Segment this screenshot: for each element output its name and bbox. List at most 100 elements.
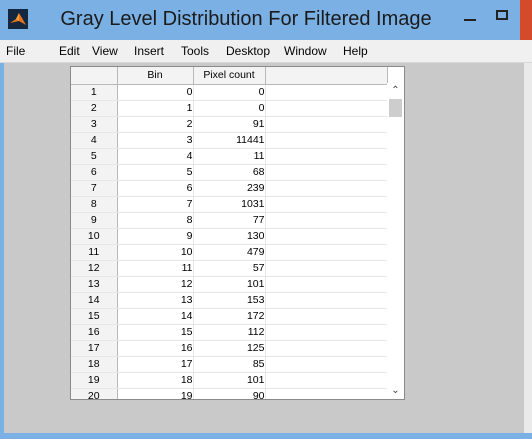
row-header[interactable]: 2 (71, 100, 118, 117)
menu-help[interactable]: Help (343, 44, 368, 58)
row-header[interactable]: 12 (71, 260, 118, 277)
table-empty-area (265, 372, 387, 389)
table-empty-area (265, 260, 387, 277)
cell-bin[interactable]: 15 (117, 324, 194, 341)
cell-bin[interactable]: 1 (117, 100, 194, 117)
window-bottom-edge (0, 433, 532, 439)
menu-view[interactable]: View (92, 44, 118, 58)
table-empty-area (265, 132, 387, 149)
cell-bin[interactable]: 11 (117, 260, 194, 277)
cell-pixel-count[interactable]: 130 (193, 228, 266, 245)
menu-file[interactable]: File (6, 44, 25, 58)
cell-pixel-count[interactable]: 77 (193, 212, 266, 229)
column-header-pixel-count[interactable]: Pixel count (193, 67, 266, 85)
row-header[interactable]: 11 (71, 244, 118, 261)
maximize-icon (496, 10, 508, 20)
cell-pixel-count[interactable]: 91 (193, 116, 266, 133)
cell-pixel-count[interactable]: 85 (193, 356, 266, 373)
cell-bin[interactable]: 14 (117, 308, 194, 325)
cell-pixel-count[interactable]: 125 (193, 340, 266, 357)
cell-bin[interactable]: 6 (117, 180, 194, 197)
cell-pixel-count[interactable]: 153 (193, 292, 266, 309)
row-header[interactable]: 13 (71, 276, 118, 293)
cell-bin[interactable]: 17 (117, 356, 194, 373)
minimize-button[interactable] (452, 4, 488, 34)
cell-bin[interactable]: 19 (117, 388, 194, 399)
chevron-down-icon[interactable]: ⌄ (387, 383, 404, 399)
maximize-button[interactable] (488, 4, 516, 34)
cell-bin[interactable]: 16 (117, 340, 194, 357)
table-empty-area (265, 244, 387, 261)
title-bar[interactable]: Gray Level Distribution For Filtered Ima… (0, 0, 532, 40)
table-row: 3 2 91 (71, 116, 387, 133)
table-empty-area (265, 324, 387, 341)
cell-bin[interactable]: 12 (117, 276, 194, 293)
menu-desktop[interactable]: Desktop (226, 44, 270, 58)
row-header[interactable]: 6 (71, 164, 118, 181)
cell-pixel-count[interactable]: 68 (193, 164, 266, 181)
row-header[interactable]: 4 (71, 132, 118, 149)
table-empty-area (265, 388, 387, 399)
cell-pixel-count[interactable]: 0 (193, 84, 266, 101)
cell-pixel-count[interactable]: 101 (193, 372, 266, 389)
cell-bin[interactable]: 3 (117, 132, 194, 149)
cell-bin[interactable]: 0 (117, 84, 194, 101)
cell-pixel-count[interactable]: 101 (193, 276, 266, 293)
cell-bin[interactable]: 5 (117, 164, 194, 181)
table-row: 14 13 153 (71, 292, 387, 309)
cell-bin[interactable]: 7 (117, 196, 194, 213)
row-header[interactable]: 18 (71, 356, 118, 373)
menu-edit[interactable]: Edit (59, 44, 80, 58)
table-row: 16 15 112 (71, 324, 387, 341)
row-header[interactable]: 10 (71, 228, 118, 245)
cell-bin[interactable]: 9 (117, 228, 194, 245)
row-header[interactable]: 15 (71, 308, 118, 325)
row-header[interactable]: 9 (71, 212, 118, 229)
table-empty-area (265, 67, 388, 85)
cell-bin[interactable]: 4 (117, 148, 194, 165)
uitable[interactable]: Bin Pixel count 1 0 0 2 1 0 3 2 91 4 3 11441 5 4 11 6 5 6… (70, 66, 405, 400)
row-header[interactable]: 14 (71, 292, 118, 309)
table-row: 7 6 239 (71, 180, 387, 197)
row-header[interactable]: 16 (71, 324, 118, 341)
close-button[interactable] (520, 0, 532, 40)
table-row: 210 (71, 100, 387, 117)
table-empty-area (265, 212, 387, 229)
vertical-scrollbar[interactable]: ⌃ ⌄ (387, 83, 404, 399)
table-empty-area (265, 100, 387, 117)
chevron-up-icon[interactable]: ⌃ (387, 83, 404, 99)
table-row: 20 19 90 (71, 388, 387, 399)
window-title: Gray Level Distribution For Filtered Ima… (60, 8, 432, 30)
column-header-bin[interactable]: Bin (117, 67, 194, 85)
cell-pixel-count[interactable]: 1031 (193, 196, 266, 213)
cell-bin[interactable]: 13 (117, 292, 194, 309)
cell-pixel-count[interactable]: 112 (193, 324, 266, 341)
table-empty-area (265, 228, 387, 245)
matlab-logo-icon[interactable] (8, 9, 28, 29)
cell-bin[interactable]: 2 (117, 116, 194, 133)
row-header[interactable]: 3 (71, 116, 118, 133)
row-header[interactable]: 19 (71, 372, 118, 389)
cell-bin[interactable]: 10 (117, 244, 194, 261)
row-header[interactable]: 1 (71, 84, 118, 101)
cell-pixel-count[interactable]: 0 (193, 100, 266, 117)
row-header[interactable]: 7 (71, 180, 118, 197)
menu-window[interactable]: Window (284, 44, 327, 58)
cell-bin[interactable]: 18 (117, 372, 194, 389)
menu-tools[interactable]: Tools (181, 44, 209, 58)
cell-pixel-count[interactable]: 57 (193, 260, 266, 277)
scrollbar-thumb[interactable] (389, 99, 402, 117)
cell-pixel-count[interactable]: 11441 (193, 132, 266, 149)
row-header[interactable]: 20 (71, 388, 118, 399)
menu-insert[interactable]: Insert (134, 44, 164, 58)
cell-pixel-count[interactable]: 11 (193, 148, 266, 165)
row-header[interactable]: 17 (71, 340, 118, 357)
cell-bin[interactable]: 8 (117, 212, 194, 229)
cell-pixel-count[interactable]: 479 (193, 244, 266, 261)
row-header[interactable]: 8 (71, 196, 118, 213)
cell-pixel-count[interactable]: 90 (193, 388, 266, 399)
cell-pixel-count[interactable]: 239 (193, 180, 266, 197)
cell-pixel-count[interactable]: 172 (193, 308, 266, 325)
table-empty-area (265, 340, 387, 357)
row-header[interactable]: 5 (71, 148, 118, 165)
